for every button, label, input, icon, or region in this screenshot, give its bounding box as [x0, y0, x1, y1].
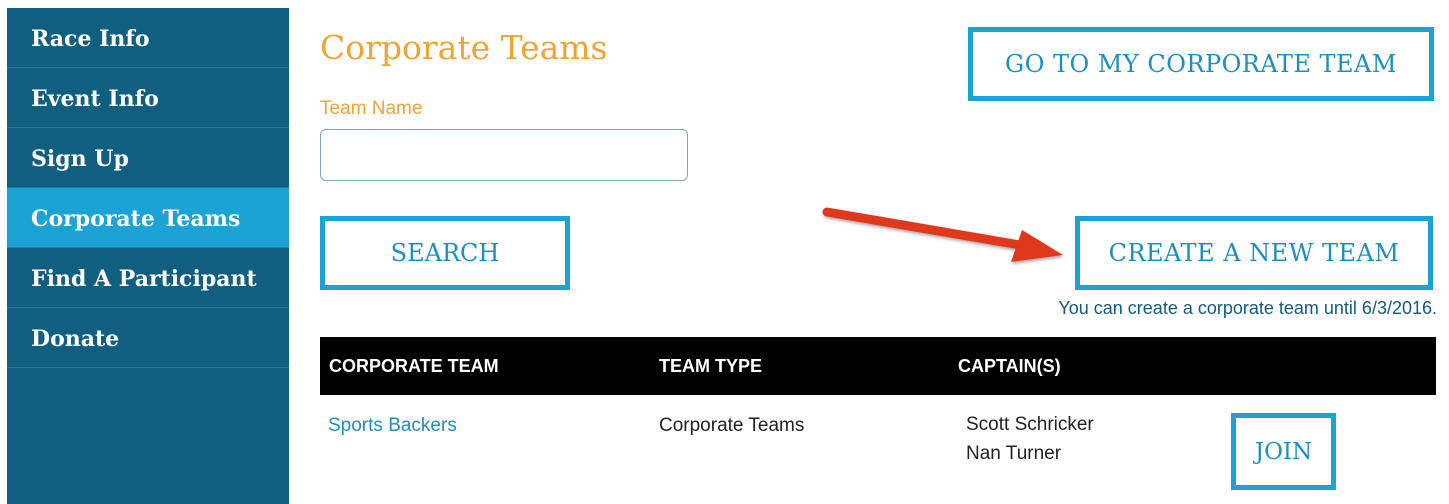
captains-cell: Scott Schricker Nan Turner	[966, 410, 1094, 468]
page-title: Corporate Teams	[320, 28, 608, 67]
go-to-my-corporate-team-button[interactable]: GO TO MY CORPORATE TEAM	[968, 27, 1434, 101]
team-name-input[interactable]	[320, 129, 688, 181]
search-button[interactable]: SEARCH	[320, 216, 570, 290]
sidebar-item-race-info[interactable]: Race Info	[7, 8, 289, 68]
sidebar-nav: Race Info Event Info Sign Up Corporate T…	[7, 8, 289, 504]
table-header: CORPORATE TEAM TEAM TYPE CAPTAIN(S)	[320, 337, 1436, 395]
create-a-new-team-button[interactable]: CREATE A NEW TEAM	[1075, 216, 1433, 290]
sidebar-item-corporate-teams[interactable]: Corporate Teams	[7, 188, 289, 248]
join-button[interactable]: JOIN	[1231, 413, 1336, 490]
team-type-cell: Corporate Teams	[659, 415, 805, 436]
captain-name: Scott Schricker	[966, 414, 1094, 435]
column-header-captains: CAPTAIN(S)	[958, 356, 1061, 376]
red-arrow-icon	[822, 207, 1063, 262]
sidebar-item-event-info[interactable]: Event Info	[7, 68, 289, 128]
team-name-label: Team Name	[320, 98, 423, 119]
sidebar-item-find-a-participant[interactable]: Find A Participant	[7, 248, 289, 308]
team-link-sports-backers[interactable]: Sports Backers	[328, 415, 457, 437]
captain-name: Nan Turner	[966, 443, 1062, 464]
column-header-corporate-team: CORPORATE TEAM	[329, 356, 499, 376]
column-header-team-type: TEAM TYPE	[659, 356, 763, 376]
create-deadline-note: You can create a corporate team until 6/…	[1058, 298, 1437, 318]
sidebar-item-donate[interactable]: Donate	[7, 308, 289, 368]
sidebar-item-sign-up[interactable]: Sign Up	[7, 128, 289, 188]
